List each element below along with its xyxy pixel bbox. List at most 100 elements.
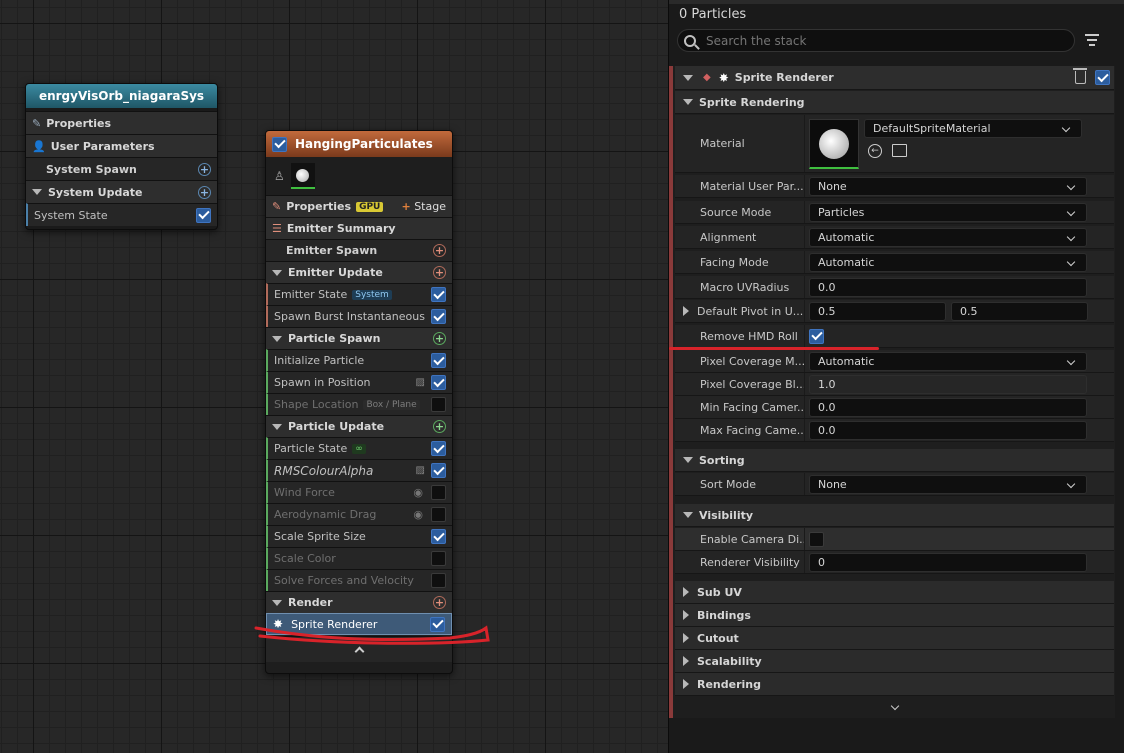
filter-icon[interactable] [1085, 33, 1101, 47]
material-user-param-dropdown[interactable]: None [809, 176, 1087, 196]
min-facing-input[interactable]: 0.0 [809, 397, 1087, 417]
emitter-thumbnail[interactable] [290, 163, 315, 189]
enable-camera-distance-checkbox[interactable] [809, 531, 824, 547]
section-scalability[interactable]: Scalability [675, 650, 1114, 673]
pivot-y-input[interactable]: 0.5 [951, 301, 1088, 321]
module-row[interactable]: Emitter State System [266, 283, 452, 305]
module-row[interactable]: Shape Location Box / Plane [266, 393, 452, 415]
section-cutout[interactable]: Cutout [675, 627, 1114, 650]
system-node-header[interactable]: enrgyVisOrb_niagaraSys [26, 84, 217, 108]
module-checkbox[interactable] [431, 375, 446, 390]
emitter-node-header[interactable]: HangingParticulates [266, 131, 452, 157]
emitter-enable-checkbox[interactable] [272, 136, 287, 152]
collapse-arrow-icon[interactable] [32, 189, 42, 195]
add-module-icon[interactable]: + [198, 162, 211, 176]
section-sub-uv[interactable]: Sub UV [675, 581, 1114, 604]
module-checkbox[interactable] [431, 573, 446, 588]
eye-icon[interactable]: ◉ [413, 508, 423, 521]
search-input[interactable] [706, 33, 1046, 48]
emitter-properties-row[interactable]: ✎ Properties GPU + Stage [266, 195, 452, 217]
module-row[interactable]: Initialize Particle [266, 349, 452, 371]
add-stage-button[interactable]: + Stage [401, 200, 446, 213]
eye-icon[interactable]: ◉ [413, 486, 423, 499]
add-module-icon[interactable]: + [433, 244, 446, 257]
emitter-properties-icon[interactable]: ♙ [274, 169, 285, 183]
material-dropdown[interactable]: DefaultSpriteMaterial [864, 119, 1082, 138]
section-sorting[interactable]: Sorting [675, 449, 1114, 472]
module-row[interactable]: Scale Color [266, 547, 452, 569]
expand-arrow-icon[interactable] [683, 610, 689, 620]
module-row[interactable]: Spawn Burst Instantaneous [266, 305, 452, 327]
collapse-arrow-icon[interactable] [272, 423, 282, 430]
module-checkbox[interactable] [431, 441, 446, 456]
remove-hmd-checkbox[interactable] [809, 328, 824, 344]
collapse-arrow-icon[interactable] [272, 599, 282, 606]
module-checkbox[interactable] [431, 287, 446, 302]
section-bindings[interactable]: Bindings [675, 604, 1114, 627]
renderer-enable-checkbox[interactable] [1095, 70, 1110, 85]
module-checkbox[interactable] [431, 397, 446, 412]
module-checkbox[interactable] [431, 551, 446, 566]
section-sprite-rendering[interactable]: Sprite Rendering [675, 91, 1114, 114]
renderer-visibility-input[interactable]: 0 [809, 552, 1087, 572]
system-state-checkbox[interactable] [196, 207, 211, 223]
macro-uv-input[interactable]: 0.0 [809, 277, 1087, 297]
facing-mode-dropdown[interactable]: Automatic [809, 252, 1087, 272]
module-row[interactable]: Particle State ∞ [266, 437, 452, 459]
module-row[interactable]: Solve Forces and Velocity [266, 569, 452, 591]
system-state-row[interactable]: System State [26, 203, 217, 226]
add-module-icon[interactable]: + [433, 266, 446, 279]
emitter-update-row[interactable]: Emitter Update + [266, 261, 452, 283]
pixel-coverage-mode-dropdown[interactable]: Automatic [809, 351, 1087, 371]
expand-arrow-icon[interactable] [683, 679, 689, 689]
module-checkbox[interactable] [431, 485, 446, 500]
node-graph-canvas[interactable]: enrgyVisOrb_niagaraSys ✎ Properties 👤 Us… [0, 0, 668, 753]
module-row[interactable]: Spawn in Position ▨ [266, 371, 452, 393]
sprite-renderer-header[interactable]: ◆ ✸ Sprite Renderer [675, 66, 1114, 90]
section-rendering[interactable]: Rendering [675, 673, 1114, 696]
material-thumbnail[interactable] [809, 119, 859, 169]
module-checkbox[interactable] [431, 353, 446, 368]
add-renderer-icon[interactable]: + [433, 596, 446, 609]
collapse-arrow-icon[interactable] [683, 99, 693, 105]
delete-icon[interactable] [1073, 68, 1087, 84]
pixel-coverage-blend-input[interactable]: 1.0 [809, 374, 1087, 394]
max-facing-input[interactable]: 0.0 [809, 420, 1087, 440]
source-mode-dropdown[interactable]: Particles [809, 202, 1087, 222]
module-checkbox[interactable] [431, 507, 446, 522]
section-visibility[interactable]: Visibility [675, 504, 1114, 527]
module-row[interactable]: Wind Force ◉ [266, 481, 452, 503]
module-checkbox[interactable] [431, 529, 446, 544]
system-node[interactable]: enrgyVisOrb_niagaraSys ✎ Properties 👤 Us… [25, 83, 218, 230]
collapse-arrow-icon[interactable] [272, 269, 282, 276]
particle-spawn-row[interactable]: Particle Spawn + [266, 327, 452, 349]
expand-arrow-icon[interactable] [683, 587, 689, 597]
expand-arrow-icon[interactable] [683, 306, 689, 316]
render-row[interactable]: Render + [266, 591, 452, 613]
add-module-icon[interactable]: + [198, 185, 211, 199]
system-spawn-row[interactable]: System Spawn + [26, 157, 217, 180]
pivot-x-input[interactable]: 0.5 [809, 301, 946, 321]
expand-arrow-icon[interactable] [683, 633, 689, 643]
use-selected-icon[interactable]: ← [868, 144, 882, 158]
collapse-arrow-icon[interactable] [683, 74, 693, 81]
emitter-summary-row[interactable]: ☰ Emitter Summary [266, 217, 452, 239]
search-box[interactable] [677, 29, 1075, 52]
system-properties-row[interactable]: ✎ Properties [26, 111, 217, 134]
sort-mode-dropdown[interactable]: None [809, 474, 1087, 494]
collapse-arrow-icon[interactable] [683, 457, 693, 463]
expand-stack-button[interactable] [675, 697, 1114, 717]
collapse-arrow-icon[interactable] [272, 335, 282, 342]
system-update-row[interactable]: System Update + [26, 180, 217, 203]
module-checkbox[interactable] [431, 309, 446, 324]
particle-update-row[interactable]: Particle Update + [266, 415, 452, 437]
user-parameters-row[interactable]: 👤 User Parameters [26, 134, 217, 157]
emitter-spawn-row[interactable]: Emitter Spawn + [266, 239, 452, 261]
module-row[interactable]: Scale Sprite Size [266, 525, 452, 547]
add-module-icon[interactable]: + [433, 332, 446, 345]
collapse-arrow-icon[interactable] [683, 512, 693, 518]
module-row[interactable]: RMSColourAlpha ▨ [266, 459, 452, 481]
alignment-dropdown[interactable]: Automatic [809, 227, 1087, 247]
module-row[interactable]: Aerodynamic Drag ◉ [266, 503, 452, 525]
expand-arrow-icon[interactable] [683, 656, 689, 666]
